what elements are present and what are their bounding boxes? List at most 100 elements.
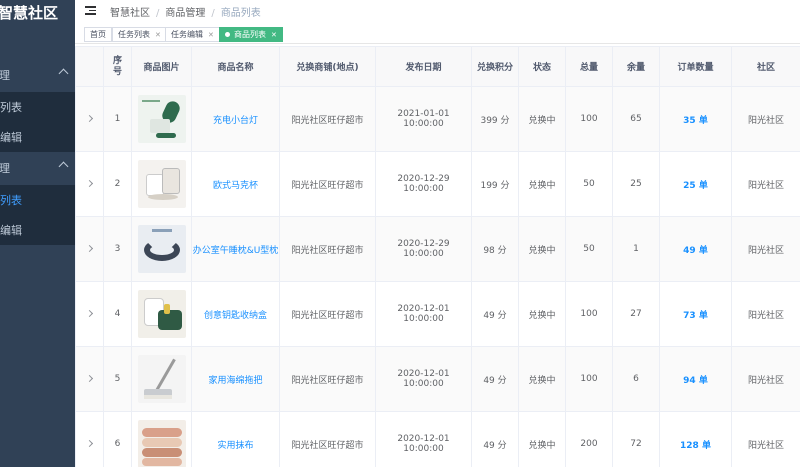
shop-cell: 阳光社区旺仔超市: [279, 86, 376, 152]
orders-link[interactable]: 49 单: [659, 216, 732, 282]
image-cell: [131, 151, 192, 217]
sidebar-item-label: 务列表: [0, 101, 22, 114]
column-header-remain: 余量: [612, 46, 660, 87]
product-image-u-pillow: [137, 225, 186, 273]
expand-cell[interactable]: [75, 346, 104, 412]
column-header-community: 社区: [731, 46, 800, 87]
expand-cell[interactable]: [75, 281, 104, 347]
sidebar-item-goods-edit[interactable]: 品编辑: [0, 215, 75, 245]
column-header-status: 状态: [518, 46, 566, 87]
product-name-link[interactable]: 实用抹布: [191, 411, 280, 467]
close-icon[interactable]: ✕: [155, 31, 161, 39]
expand-cell[interactable]: [75, 411, 104, 467]
status-cell: 兑换中: [518, 411, 566, 467]
points-cell: 49 分: [471, 281, 519, 347]
orders-link[interactable]: 25 单: [659, 151, 732, 217]
table-row: 2 欧式马克杯 阳光社区旺仔超市 2020-12-29 10:00:00 199…: [75, 151, 800, 217]
sidebar-group-label: 管理: [0, 69, 10, 82]
column-header-expand: [75, 46, 104, 87]
table-row: 1 充电小台灯 阳光社区旺仔超市 2021-01-01 10:00:00 399…: [75, 86, 800, 152]
table-row: 6 实用抹布 阳光社区旺仔超市 2020-12-01 10:00:00 49 分…: [75, 411, 800, 467]
sidebar-item-label: 品编辑: [0, 224, 22, 237]
product-name-link[interactable]: 办公室午睡枕&U型枕: [191, 216, 280, 282]
date-cell: 2020-12-29 10:00:00: [375, 151, 472, 217]
index-cell: 6: [103, 411, 132, 467]
product-image-sponge-mop: [137, 355, 186, 403]
points-cell: 49 分: [471, 346, 519, 412]
chevron-up-icon: [58, 161, 69, 172]
product-image-rags: [137, 420, 186, 467]
sidebar-item-label: 务编辑: [0, 131, 22, 144]
expand-cell[interactable]: [75, 86, 104, 152]
chevron-up-icon: [58, 68, 69, 79]
sidebar-item-goods-list[interactable]: 品列表: [0, 185, 75, 215]
status-cell: 兑换中: [518, 346, 566, 412]
chevron-right-icon[interactable]: [85, 309, 94, 318]
orders-link[interactable]: 73 单: [659, 281, 732, 347]
index-cell: 2: [103, 151, 132, 217]
column-header-image: 商品图片: [131, 46, 192, 87]
sidebar-group-label: 管理: [0, 162, 10, 175]
remain-cell: 65: [612, 86, 660, 152]
breadcrumb-item-home[interactable]: 智慧社区: [110, 8, 150, 19]
sidebar-item-task-list[interactable]: 务列表: [0, 92, 75, 122]
tag-home[interactable]: 首页: [84, 27, 112, 42]
image-cell: [131, 346, 192, 412]
tag-label: 任务编辑: [171, 30, 203, 39]
community-cell: 阳光社区: [731, 346, 800, 412]
chevron-right-icon[interactable]: [85, 439, 94, 448]
expand-cell[interactable]: [75, 216, 104, 282]
remain-cell: 27: [612, 281, 660, 347]
sidebar-group-task[interactable]: 管理: [0, 60, 75, 90]
total-cell: 200: [565, 411, 613, 467]
column-header-total: 总量: [565, 46, 613, 87]
product-image-mug: [137, 160, 186, 208]
breadcrumb-item-goods-manage[interactable]: 商品管理: [165, 8, 205, 19]
tag-label: 任务列表: [118, 30, 150, 39]
breadcrumb: 智慧社区 / 商品管理 / 商品列表: [110, 8, 261, 19]
shop-cell: 阳光社区旺仔超市: [279, 151, 376, 217]
chevron-right-icon[interactable]: [85, 179, 94, 188]
index-cell: 3: [103, 216, 132, 282]
chevron-right-icon[interactable]: [85, 374, 94, 383]
column-header-shop: 兑换商铺(地点): [279, 46, 376, 87]
status-cell: 兑换中: [518, 151, 566, 217]
sidebar-group-goods[interactable]: 管理: [0, 153, 75, 183]
product-image-desk-lamp: [137, 95, 186, 143]
close-icon[interactable]: ✕: [208, 31, 214, 39]
remain-cell: 25: [612, 151, 660, 217]
product-name-link[interactable]: 充电小台灯: [191, 86, 280, 152]
orders-link[interactable]: 128 单: [659, 411, 732, 467]
remain-cell: 72: [612, 411, 660, 467]
table-row: 4 创意钥匙收纳盒 阳光社区旺仔超市 2020-12-01 10:00:00 4…: [75, 281, 800, 347]
chevron-right-icon[interactable]: [85, 244, 94, 253]
tag-task-edit[interactable]: 任务编辑 ✕: [165, 27, 220, 42]
tag-goods-list[interactable]: 商品列表 ✕: [219, 27, 283, 42]
product-image-storage-box: [137, 290, 186, 338]
total-cell: 100: [565, 86, 613, 152]
expand-cell[interactable]: [75, 151, 104, 217]
product-name-link[interactable]: 创意钥匙收纳盒: [191, 281, 280, 347]
orders-link[interactable]: 35 单: [659, 86, 732, 152]
tag-task-list[interactable]: 任务列表 ✕: [112, 27, 167, 42]
close-icon[interactable]: ✕: [271, 31, 277, 39]
image-cell: [131, 86, 192, 152]
sidebar-item-task-edit[interactable]: 务编辑: [0, 122, 75, 152]
remain-cell: 1: [612, 216, 660, 282]
product-name-link[interactable]: 家用海绵拖把: [191, 346, 280, 412]
index-cell: 4: [103, 281, 132, 347]
product-name-link[interactable]: 欧式马克杯: [191, 151, 280, 217]
orders-link[interactable]: 94 单: [659, 346, 732, 412]
image-cell: [131, 216, 192, 282]
community-cell: 阳光社区: [731, 281, 800, 347]
table-row: 3 办公室午睡枕&U型枕 阳光社区旺仔超市 2020-12-29 10:00:0…: [75, 216, 800, 282]
column-header-date: 发布日期: [375, 46, 472, 87]
index-cell: 1: [103, 86, 132, 152]
date-cell: 2020-12-01 10:00:00: [375, 281, 472, 347]
total-cell: 50: [565, 216, 613, 282]
hamburger-icon[interactable]: [85, 6, 96, 15]
active-dot-icon: [225, 32, 230, 37]
tag-label: 首页: [90, 30, 106, 39]
shop-cell: 阳光社区旺仔超市: [279, 411, 376, 467]
chevron-right-icon[interactable]: [85, 114, 94, 123]
